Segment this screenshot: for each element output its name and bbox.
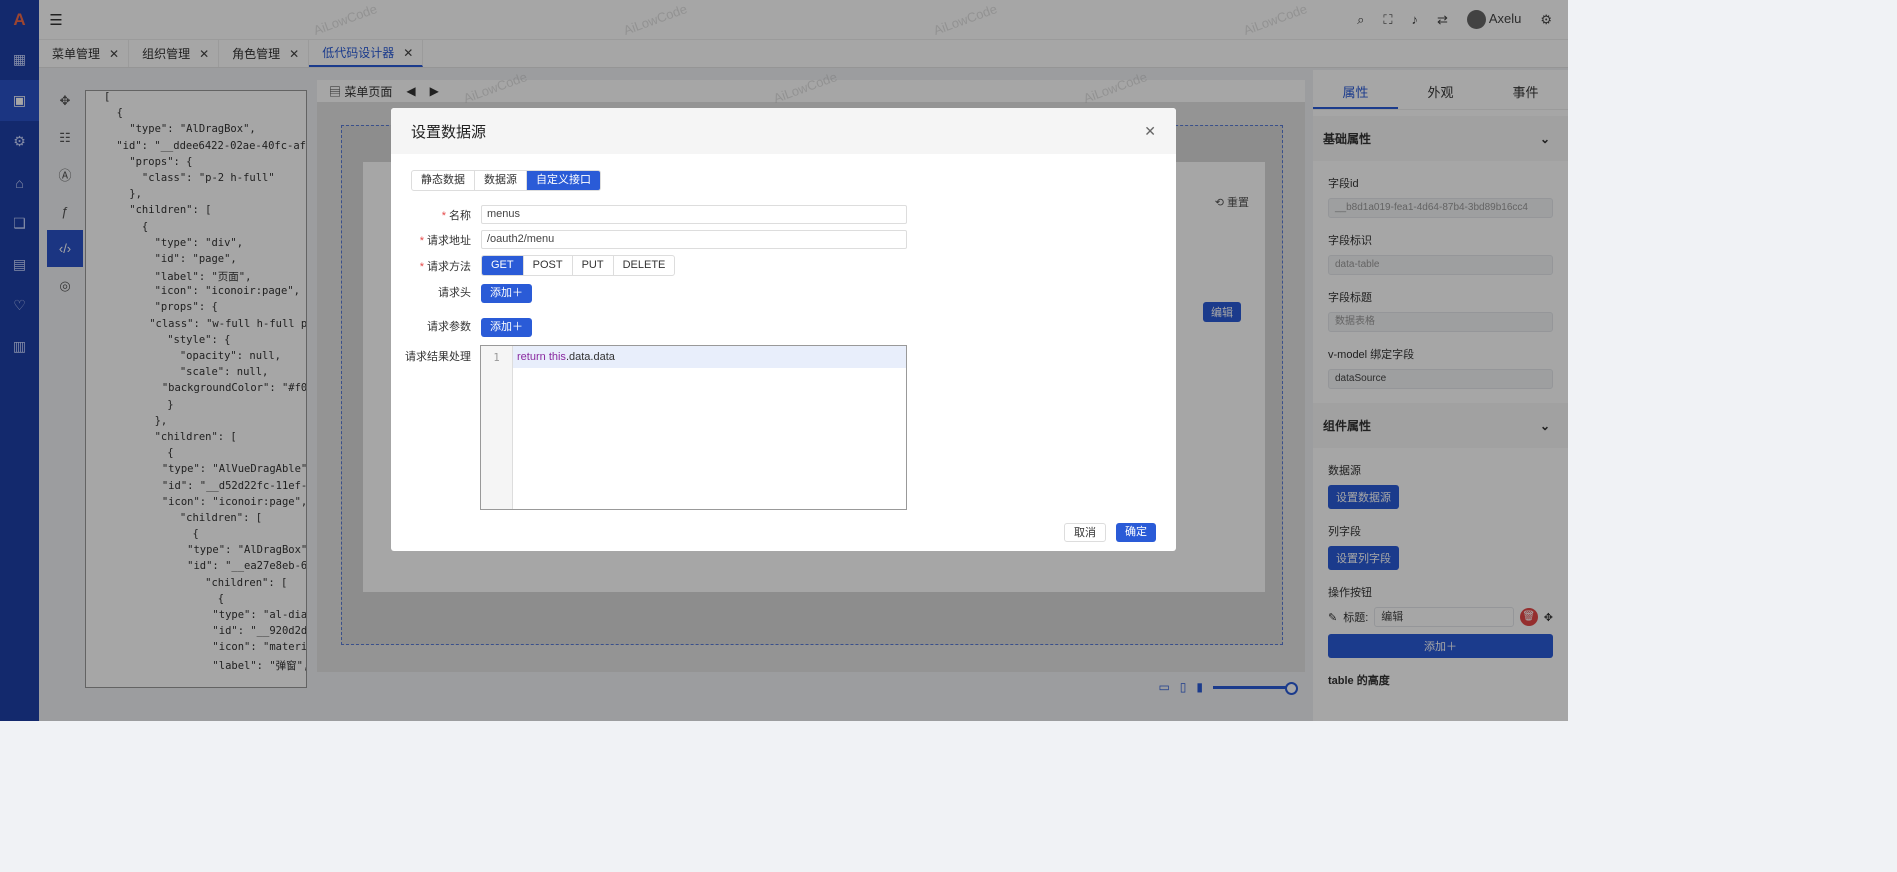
add-header-button[interactable]: 添加＋ (481, 284, 532, 303)
required-mark: * (441, 209, 446, 222)
keyword-return: return (517, 351, 546, 363)
code-area[interactable]: return this.data.data (513, 346, 906, 509)
name-input[interactable]: menus (481, 205, 907, 224)
headers-label: 请求头 (438, 287, 471, 299)
method-post[interactable]: POST (524, 256, 573, 275)
headers-row: 请求头 添加＋ (391, 284, 1176, 303)
url-input[interactable]: /oauth2/menu (481, 230, 907, 249)
segment-datasource[interactable]: 数据源 (475, 171, 527, 190)
method-label: * 请求方法 (391, 258, 471, 274)
dialog-header: 设置数据源 ✕ (391, 108, 1176, 154)
result-code-editor[interactable]: 1 return this.data.data (480, 345, 907, 510)
method-row: * 请求方法 GET POST PUT DELETE (391, 255, 1176, 276)
required-mark: * (419, 234, 424, 247)
confirm-button[interactable]: 确定 (1116, 523, 1156, 542)
code-line: return this.data.data (513, 346, 906, 368)
name-label: * 名称 (391, 207, 471, 223)
label-text: 请求地址 (427, 234, 471, 247)
method-get[interactable]: GET (482, 256, 524, 275)
add-param-button[interactable]: 添加＋ (481, 318, 532, 337)
method-segment: GET POST PUT DELETE (481, 255, 676, 276)
url-label: * 请求地址 (391, 232, 471, 248)
method-delete[interactable]: DELETE (614, 256, 675, 275)
keyword-this: this (548, 351, 566, 363)
params-row: 请求参数 添加＋ (391, 318, 1176, 337)
params-label: 请求参数 (427, 321, 471, 333)
segment-custom-api[interactable]: 自定义接口 (527, 171, 600, 190)
name-row: * 名称 menus (391, 205, 1176, 224)
label-text: 请求方法 (427, 260, 471, 273)
dialog-title: 设置数据源 (411, 123, 487, 141)
cancel-button[interactable]: 取消 (1064, 523, 1106, 542)
code-rest: .data.data (565, 351, 615, 363)
result-label: 请求结果处理 (405, 351, 471, 363)
line-number: 1 (481, 346, 513, 509)
datasource-dialog: 设置数据源 ✕ 静态数据 数据源 自定义接口 * 名称 menus * 请求地址 /… (391, 108, 1176, 551)
segment-static[interactable]: 静态数据 (412, 171, 475, 190)
label-text: 名称 (449, 209, 471, 222)
dialog-footer: 取消 确定 (1064, 523, 1156, 542)
close-icon[interactable]: ✕ (1144, 123, 1156, 140)
method-put[interactable]: PUT (573, 256, 614, 275)
url-row: * 请求地址 /oauth2/menu (391, 230, 1176, 249)
source-type-segment: 静态数据 数据源 自定义接口 (411, 170, 601, 191)
required-mark: * (419, 260, 424, 273)
